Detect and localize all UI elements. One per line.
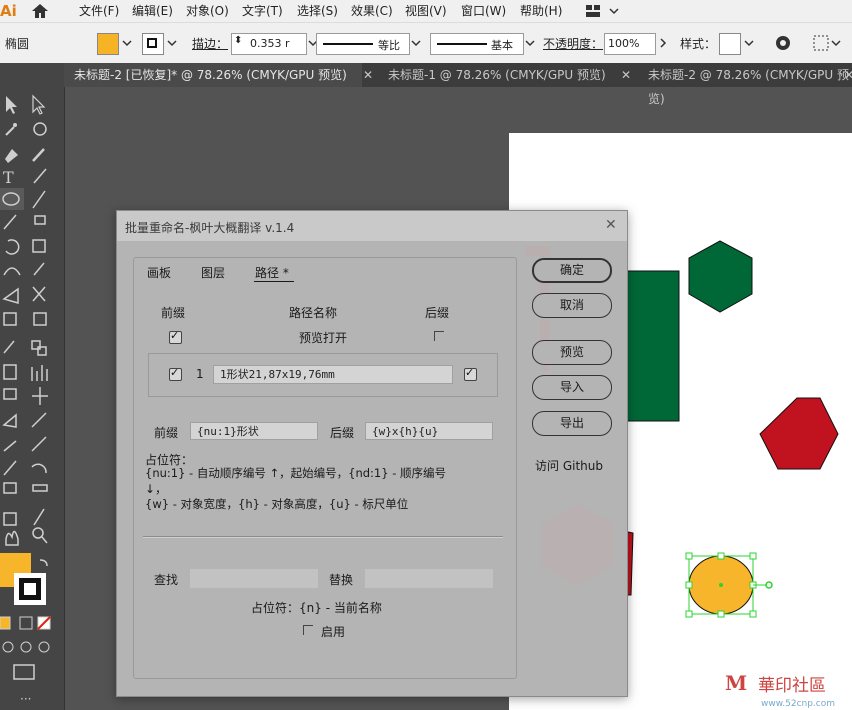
selected-ellipse	[685, 552, 773, 618]
import-button[interactable]: 导入	[532, 375, 612, 400]
brush-label: 基本	[491, 39, 513, 52]
menu-edit[interactable]: 编辑(E)	[132, 0, 173, 22]
chevron-down-icon[interactable]	[743, 34, 755, 52]
suffix-all-checkbox[interactable]	[434, 331, 444, 341]
menu-select[interactable]: 选择(S)	[297, 0, 338, 22]
menu-type[interactable]: 文字(T)	[242, 0, 283, 22]
export-button[interactable]: 导出	[532, 411, 612, 436]
tab-active-underline	[254, 281, 294, 282]
green-rectangle	[620, 270, 680, 422]
menu-help[interactable]: 帮助(H)	[520, 0, 562, 22]
find-label: 查找	[154, 573, 179, 587]
opacity-input[interactable]: 100%	[604, 33, 656, 55]
stroke-swatch[interactable]	[142, 33, 164, 55]
fill-swatch[interactable]	[97, 33, 119, 55]
close-icon[interactable]: ✕	[605, 217, 617, 233]
close-icon[interactable]: ✕	[621, 63, 631, 87]
row-suffix-checkbox[interactable]	[464, 366, 477, 381]
profile-label: 等比	[378, 39, 400, 52]
column-prefix: 前缀	[161, 306, 186, 320]
opacity-value: 100%	[608, 37, 640, 50]
menu-bar: Ai 文件(F) 编辑(E) 对象(O) 文字(T) 选择(S) 效果(C) 视…	[0, 0, 852, 22]
placeholder-line-3: {w} - 对象宽度，{h} - 对象高度，{u} - 标尺单位	[145, 497, 409, 511]
selected-shape-name: 椭圆	[5, 37, 30, 51]
github-link[interactable]: 访问 Github	[535, 457, 603, 474]
watermark-logo: M 華印社區 www.52cnp.com	[725, 671, 835, 709]
stroke-weight-value: 0.353 r	[250, 37, 290, 50]
find-input[interactable]	[190, 569, 318, 588]
prefix-input[interactable]: {nu:1}形状	[190, 422, 318, 440]
enable-label: 启用	[321, 625, 346, 639]
svg-text:華印社區: 華印社區	[758, 676, 826, 696]
home-icon[interactable]	[30, 2, 50, 20]
batch-rename-dialog: 批量重命名-枫叶大概翻译 v.1.4 ✕ 画板 图层 路径 * 前缀 路径名称 …	[116, 210, 628, 697]
green-hexagon	[688, 240, 753, 313]
stroke-weight-input[interactable]: ⬍ 0.353 r	[231, 33, 307, 55]
row-prefix-checkbox[interactable]	[169, 366, 182, 381]
document-tabs: 未标题-2 [已恢复]* @ 78.26% (CMYK/GPU 预览) ✕ 未标…	[64, 63, 852, 106]
svg-text:···: ···	[20, 692, 31, 703]
suffix-input[interactable]: {w}x{h}{u}	[365, 422, 493, 440]
dialog-title: 批量重命名-枫叶大概翻译 v.1.4	[125, 221, 295, 235]
tab-paths[interactable]: 路径 *	[255, 264, 289, 281]
replace-input[interactable]	[365, 569, 493, 588]
menu-view[interactable]: 视图(V)	[405, 0, 447, 22]
style-label: 样式：	[680, 37, 717, 51]
ok-button[interactable]: 确定	[532, 258, 612, 283]
row-name-input[interactable]: 1形状21,87x19,76mm	[213, 365, 453, 384]
recolor-artwork-icon[interactable]	[774, 34, 792, 52]
svg-text:T: T	[3, 168, 14, 187]
red-hexagon	[759, 397, 839, 470]
workspace-switcher-icon[interactable]	[586, 2, 622, 20]
control-bar: 椭圆 描边： ⬍ 0.353 r 等比 基本 不透明度： 100% 样式：	[0, 22, 852, 64]
placeholder-name-hint: 占位符：{n} - 当前名称	[251, 601, 382, 615]
placeholder-line-2: ↓，	[145, 482, 168, 496]
opacity-label[interactable]: 不透明度：	[543, 35, 603, 52]
tab-document-2[interactable]: 未标题-1 @ 78.26% (CMYK/GPU 预览)	[388, 63, 606, 87]
placeholder-line-1: {nu:1} - 自动顺序编号 ↑，起始编号，{nd:1} - 顺序编号	[145, 466, 447, 480]
variable-width-profile[interactable]: 等比	[316, 33, 410, 55]
menu-object[interactable]: 对象(O)	[186, 0, 229, 22]
column-suffix: 后缀	[425, 306, 450, 320]
chevron-right-icon[interactable]	[656, 33, 670, 53]
preview-button[interactable]: 预览	[532, 340, 612, 365]
graphic-style-swatch[interactable]	[719, 33, 741, 55]
align-options-icon[interactable]	[812, 34, 842, 52]
stepper-icon[interactable]: ⬍	[234, 35, 242, 46]
cancel-button[interactable]: 取消	[532, 293, 612, 318]
tool-icons[interactable]: T ···	[0, 63, 64, 703]
chevron-down-icon[interactable]	[166, 34, 178, 52]
dialog-titlebar[interactable]: 批量重命名-枫叶大概翻译 v.1.4 ✕	[117, 211, 627, 241]
row-index: 1	[196, 367, 204, 381]
divider	[143, 536, 503, 538]
path-list: 1 1形状21,87x19,76mm	[148, 353, 498, 397]
menu-effect[interactable]: 效果(C)	[351, 0, 393, 22]
dialog-background-artwork	[525, 246, 613, 586]
column-path-name: 路径名称	[289, 306, 338, 320]
tab-artboards[interactable]: 画板	[147, 264, 171, 281]
menu-file[interactable]: 文件(F)	[79, 0, 119, 22]
enable-checkbox[interactable]	[303, 625, 313, 635]
prefix-all-checkbox[interactable]	[169, 329, 182, 344]
menu-window[interactable]: 窗口(W)	[461, 0, 506, 22]
preview-open-label: 预览打开	[299, 331, 348, 345]
stroke-label[interactable]: 描边：	[192, 35, 228, 52]
suffix-label: 后缀	[330, 426, 355, 440]
tab-document-3[interactable]: 未标题-2 @ 78.26% (CMYK/GPU 预览)	[648, 63, 852, 106]
chevron-down-icon[interactable]	[121, 34, 133, 52]
svg-text:M: M	[725, 671, 747, 695]
app-logo: Ai	[0, 2, 17, 20]
chevron-down-icon[interactable]	[410, 34, 422, 52]
tools-panel: T ···	[0, 63, 65, 710]
tab-document-1[interactable]: 未标题-2 [已恢复]* @ 78.26% (CMYK/GPU 预览)	[74, 63, 347, 87]
prefix-label: 前缀	[154, 426, 179, 440]
tab-layers[interactable]: 图层	[201, 264, 225, 281]
replace-label: 替换	[329, 573, 354, 587]
brush-definition[interactable]: 基本	[430, 33, 524, 55]
svg-text:www.52cnp.com: www.52cnp.com	[761, 699, 835, 709]
chevron-down-icon[interactable]	[524, 34, 536, 52]
close-icon[interactable]: ✕	[844, 63, 852, 87]
close-icon[interactable]: ✕	[363, 63, 373, 87]
